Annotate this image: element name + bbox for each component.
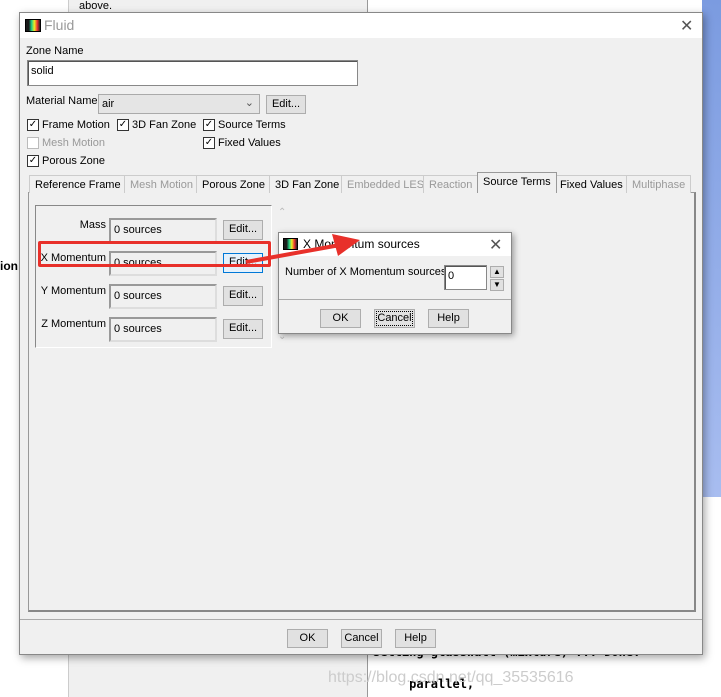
arrow-head	[332, 234, 360, 256]
arrow-shaft	[245, 243, 341, 264]
tab-source-terms[interactable]: Source Terms	[477, 172, 557, 193]
annotation-arrow	[245, 234, 360, 264]
